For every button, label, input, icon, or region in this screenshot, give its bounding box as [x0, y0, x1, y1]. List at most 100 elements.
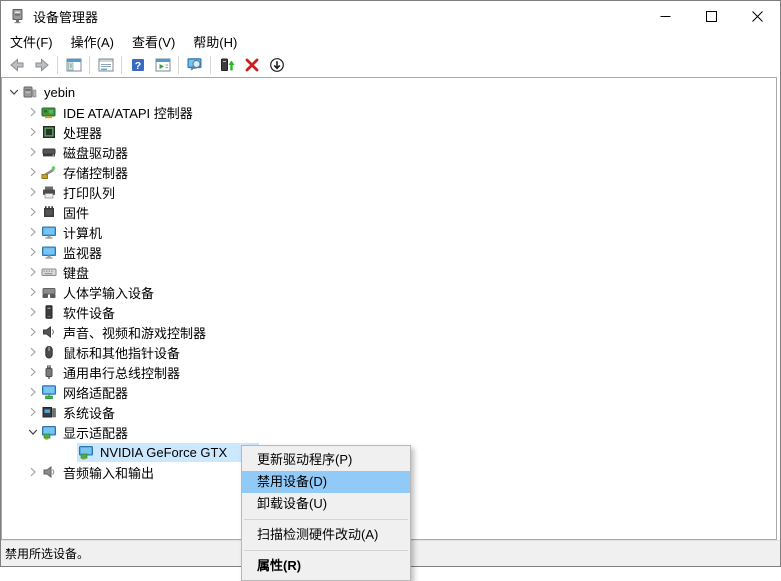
menu-help[interactable]: 帮助(H) — [184, 30, 246, 53]
minimize-icon[interactable] — [642, 1, 688, 31]
menu-view[interactable]: 查看(V) — [123, 30, 184, 53]
tree-item-label: yebin — [44, 85, 75, 100]
tree-item-content: 显示适配器 — [40, 423, 131, 442]
display-adapter-icon — [41, 424, 57, 440]
tree-item[interactable]: 显示适配器 — [2, 422, 776, 442]
audio-device-icon — [41, 464, 57, 480]
scan-hardware-icon[interactable] — [182, 53, 207, 77]
chevron-right-icon[interactable] — [25, 284, 40, 300]
update-driver-icon[interactable] — [214, 53, 239, 77]
context-menu-item[interactable]: 更新驱动程序(P) — [242, 449, 410, 471]
chevron-right-icon[interactable] — [25, 404, 40, 420]
tree-item[interactable]: 磁盘驱动器 — [2, 142, 776, 162]
tree-item[interactable]: 计算机 — [2, 222, 776, 242]
device-tree: yebin IDE ATA/ATAPI 控制器处理器磁盘驱动器存储控制器打印队列固… — [2, 78, 776, 482]
context-menu-item[interactable]: 扫描检测硬件改动(A) — [242, 524, 410, 546]
tree-item[interactable]: 监视器 — [2, 242, 776, 262]
console-tree-icon[interactable] — [61, 53, 86, 77]
print-queue-icon — [41, 184, 57, 200]
context-menu-item[interactable]: 属性(R) — [242, 555, 410, 577]
ide-controller-icon — [41, 104, 57, 120]
hid-device-icon — [41, 284, 57, 300]
back-icon[interactable] — [4, 53, 29, 77]
chevron-down-icon[interactable] — [6, 84, 21, 100]
tree-item[interactable]: 网络适配器 — [2, 382, 776, 402]
chevron-right-icon[interactable] — [25, 324, 40, 340]
close-icon[interactable] — [734, 1, 780, 31]
tree-item-content: 打印队列 — [40, 183, 118, 202]
tree-item-label: 存储控制器 — [63, 163, 128, 182]
tree-item-label: 鼠标和其他指针设备 — [63, 343, 180, 362]
chevron-right-icon[interactable] — [25, 344, 40, 360]
menu-action[interactable]: 操作(A) — [62, 30, 123, 53]
computer-icon — [22, 84, 38, 100]
context-menu-separator — [244, 550, 408, 551]
tree-item-label: 处理器 — [63, 123, 102, 142]
toolbar-separator — [89, 56, 90, 74]
tree-item[interactable]: 固件 — [2, 202, 776, 222]
tree-item[interactable]: 通用串行总线控制器 — [2, 362, 776, 382]
menu-bar: 文件(F) 操作(A) 查看(V) 帮助(H) — [1, 31, 780, 51]
chevron-right-icon[interactable] — [25, 384, 40, 400]
toolbar: ? — [1, 51, 780, 78]
chevron-right-icon[interactable] — [25, 184, 40, 200]
tree-item-content: 人体学输入设备 — [40, 283, 157, 302]
tree-item-label: 磁盘驱动器 — [63, 143, 128, 162]
context-menu-item[interactable]: 卸载设备(U) — [242, 493, 410, 515]
context-menu: 更新驱动程序(P)禁用设备(D)卸载设备(U) 扫描检测硬件改动(A) 属性(R) — [241, 445, 411, 581]
chevron-right-icon[interactable] — [25, 164, 40, 180]
tree-item-label: 软件设备 — [63, 303, 115, 322]
network-adapter-icon — [41, 384, 57, 400]
tree-item[interactable]: 声音、视频和游戏控制器 — [2, 322, 776, 342]
chevron-down-icon[interactable] — [25, 424, 40, 440]
uninstall-device-icon[interactable] — [264, 53, 289, 77]
maximize-icon[interactable] — [688, 1, 734, 31]
tree-item-content: 通用串行总线控制器 — [40, 363, 183, 382]
storage-controller-icon — [41, 164, 57, 180]
tree-item-label: 打印队列 — [63, 183, 115, 202]
tree-item[interactable]: yebin — [2, 82, 776, 102]
tree-item-label: 计算机 — [63, 223, 102, 242]
tree-item[interactable]: 打印队列 — [2, 182, 776, 202]
tree-item[interactable]: 系统设备 — [2, 402, 776, 422]
tree-item[interactable]: IDE ATA/ATAPI 控制器 — [2, 102, 776, 122]
chevron-right-icon[interactable] — [25, 124, 40, 140]
tree-item[interactable]: 处理器 — [2, 122, 776, 142]
properties-icon[interactable] — [93, 53, 118, 77]
disable-device-icon[interactable] — [239, 53, 264, 77]
chevron-right-icon[interactable] — [25, 144, 40, 160]
chevron-right-icon[interactable] — [25, 104, 40, 120]
chevron-right-icon[interactable] — [25, 264, 40, 280]
window-controls — [642, 1, 780, 31]
tree-item-content: yebin — [21, 83, 78, 102]
tree-item-content: 计算机 — [40, 223, 105, 242]
tree-item[interactable]: 键盘 — [2, 262, 776, 282]
tree-item-content: NVIDIA GeForce GTX — [77, 443, 259, 462]
tree-item-content: 软件设备 — [40, 303, 118, 322]
menu-file[interactable]: 文件(F) — [1, 30, 62, 53]
tree-item-content: 网络适配器 — [40, 383, 131, 402]
chevron-right-icon[interactable] — [25, 364, 40, 380]
display-adapter-icon — [78, 444, 94, 460]
mouse-device-icon — [41, 344, 57, 360]
tree-item-label: 网络适配器 — [63, 383, 128, 402]
forward-icon[interactable] — [29, 53, 54, 77]
chevron-right-icon[interactable] — [25, 204, 40, 220]
tree-item[interactable]: 人体学输入设备 — [2, 282, 776, 302]
chevron-spacer — [62, 444, 77, 460]
tree-item-label: 固件 — [63, 203, 89, 222]
tree-item[interactable]: 存储控制器 — [2, 162, 776, 182]
context-menu-separator — [244, 519, 408, 520]
chevron-right-icon[interactable] — [25, 244, 40, 260]
tree-item[interactable]: 鼠标和其他指针设备 — [2, 342, 776, 362]
chevron-right-icon[interactable] — [25, 464, 40, 480]
toolbar-separator — [210, 56, 211, 74]
chevron-right-icon[interactable] — [25, 224, 40, 240]
context-menu-item[interactable]: 禁用设备(D) — [242, 471, 410, 493]
help-icon[interactable]: ? — [125, 53, 150, 77]
tree-item[interactable]: 软件设备 — [2, 302, 776, 322]
tree-item-content: 声音、视频和游戏控制器 — [40, 323, 209, 342]
chevron-right-icon[interactable] — [25, 304, 40, 320]
processor-icon — [41, 124, 57, 140]
action-pane-icon[interactable] — [150, 53, 175, 77]
